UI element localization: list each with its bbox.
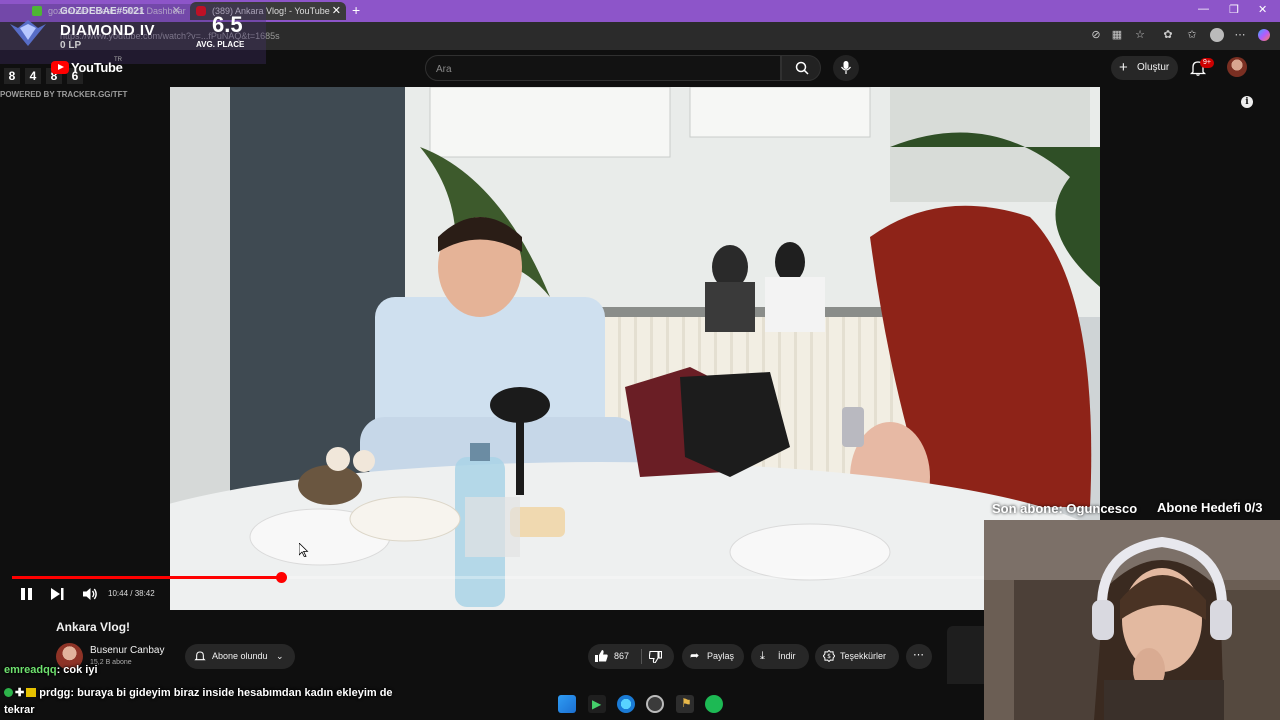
chevron-down-icon: ⌄ (276, 651, 284, 661)
search-icon (795, 61, 809, 75)
share-button[interactable]: ➦ Paylaş (682, 644, 744, 669)
channel-name[interactable]: Busenur Canbay (90, 645, 165, 656)
info-icon[interactable]: i (1241, 96, 1253, 108)
search-button[interactable] (781, 55, 821, 81)
subscriber-goal-label: Abone Hedefi 0/3 (1157, 500, 1263, 515)
avg-place-label: AVG. PLACE (196, 40, 245, 49)
svg-text:$: $ (827, 653, 831, 660)
recommended-thumbnail[interactable] (947, 626, 987, 684)
last-subscriber-label: Son abone: Oguncesco (992, 501, 1138, 516)
progress-played (12, 576, 282, 579)
more-options-icon[interactable]: ⋯ (1234, 29, 1246, 41)
placement-badge: 4 (25, 68, 41, 84)
placement-badge: 8 (4, 68, 20, 84)
favorite-star-icon[interactable]: ☆ (1134, 29, 1146, 41)
obs-icon[interactable] (646, 695, 664, 713)
video-frame-image (170, 87, 1100, 610)
avg-place-value: 6.5 (212, 12, 243, 37)
create-button[interactable]: + Oluştur (1111, 56, 1178, 80)
powered-by-label: POWERED BY TRACKER.GG/TFT (0, 90, 128, 99)
search-box (425, 55, 781, 81)
edge-browser-icon[interactable] (617, 695, 635, 713)
chat-message: emreadqq: cok iyi (4, 664, 98, 676)
copilot-icon[interactable] (1258, 29, 1270, 41)
subscribed-label: Abone olundu (212, 651, 268, 661)
pause-button[interactable] (20, 587, 34, 601)
rank-tier: DIAMOND IV (60, 22, 155, 39)
video-title: Ankara Vlog! (56, 620, 131, 634)
thumbs-down-icon[interactable] (649, 651, 662, 663)
region-code: TR (114, 57, 122, 63)
translate-icon[interactable]: ⊘ (1090, 29, 1102, 41)
thanks-button[interactable]: $ Teşekkürler (815, 644, 899, 669)
progress-bar[interactable] (12, 572, 984, 583)
close-window-icon[interactable]: ✕ (1258, 3, 1267, 16)
chat-text: : cok iyi (56, 664, 98, 676)
tft-rank-overlay: GOZDEBAE#5021 DIAMOND IV 0 LP 6.5 AVG. P… (0, 4, 266, 64)
verified-badge-icon (4, 688, 13, 697)
mic-icon (841, 61, 851, 74)
thanks-label: Teşekkürler (840, 651, 887, 661)
chat-username: emreadqq (4, 664, 57, 676)
webcam-image (984, 520, 1280, 720)
extension-icon[interactable]: ✿ (1162, 29, 1174, 41)
rank-lp: 0 LP (60, 40, 82, 51)
account-avatar[interactable] (1227, 57, 1247, 77)
youtube-logo-icon[interactable] (51, 61, 69, 74)
plus-icon: + (1119, 59, 1128, 76)
like-dislike-group: 867 (588, 644, 674, 669)
subscribed-button[interactable]: Abone olundu ⌄ (185, 644, 295, 669)
summoner-name: GOZDEBAE#5021 (60, 6, 145, 17)
windows-start-icon[interactable] (558, 695, 576, 713)
new-tab-icon[interactable]: + (352, 2, 360, 18)
mouse-cursor-icon (299, 543, 309, 557)
video-player[interactable] (170, 87, 1100, 610)
voice-search-button[interactable] (833, 55, 859, 81)
chat-username: prdgg (39, 687, 71, 699)
subscriber-badge-icon (26, 688, 37, 697)
time-display: 10:44 / 38:42 (108, 589, 155, 598)
media-app-icon[interactable]: ▶ (588, 695, 606, 713)
thanks-icon: $ (823, 650, 835, 662)
share-icon: ➦ (690, 650, 700, 662)
like-count[interactable]: 867 (614, 644, 629, 669)
search-input[interactable] (434, 60, 768, 78)
divider (641, 649, 642, 664)
chat-message: ✚ prdgg: buraya bi gideyim biraz inside h… (4, 685, 424, 719)
bell-icon (194, 651, 206, 661)
close-tab-icon[interactable]: ✕ (332, 2, 341, 20)
diamond-rank-icon (10, 20, 46, 46)
more-icon: ⋯ (913, 649, 924, 661)
spotify-icon[interactable] (705, 695, 723, 713)
share-label: Paylaş (707, 651, 735, 661)
profile-icon[interactable] (1210, 28, 1224, 42)
volume-icon[interactable] (82, 587, 98, 601)
collections-icon[interactable]: ✩ (1186, 29, 1198, 41)
more-actions-button[interactable]: ⋯ (906, 644, 932, 669)
thumbs-up-icon[interactable] (595, 650, 608, 662)
download-label: İndir (778, 651, 796, 661)
next-button[interactable] (50, 588, 64, 600)
download-icon: ⤓ (760, 650, 765, 662)
plus-badge-icon: ✚ (15, 687, 25, 699)
webcam-feed (984, 520, 1280, 720)
app-icon[interactable]: ⚑ (676, 695, 694, 713)
notification-badge: 9+ (1200, 58, 1214, 68)
download-button[interactable]: ⤓ İndir (751, 644, 809, 669)
reader-icon[interactable]: ▦ (1111, 29, 1123, 41)
minimize-icon[interactable]: — (1198, 3, 1209, 15)
create-label: Oluştur (1137, 62, 1170, 73)
restore-icon[interactable]: ❐ (1229, 3, 1239, 16)
